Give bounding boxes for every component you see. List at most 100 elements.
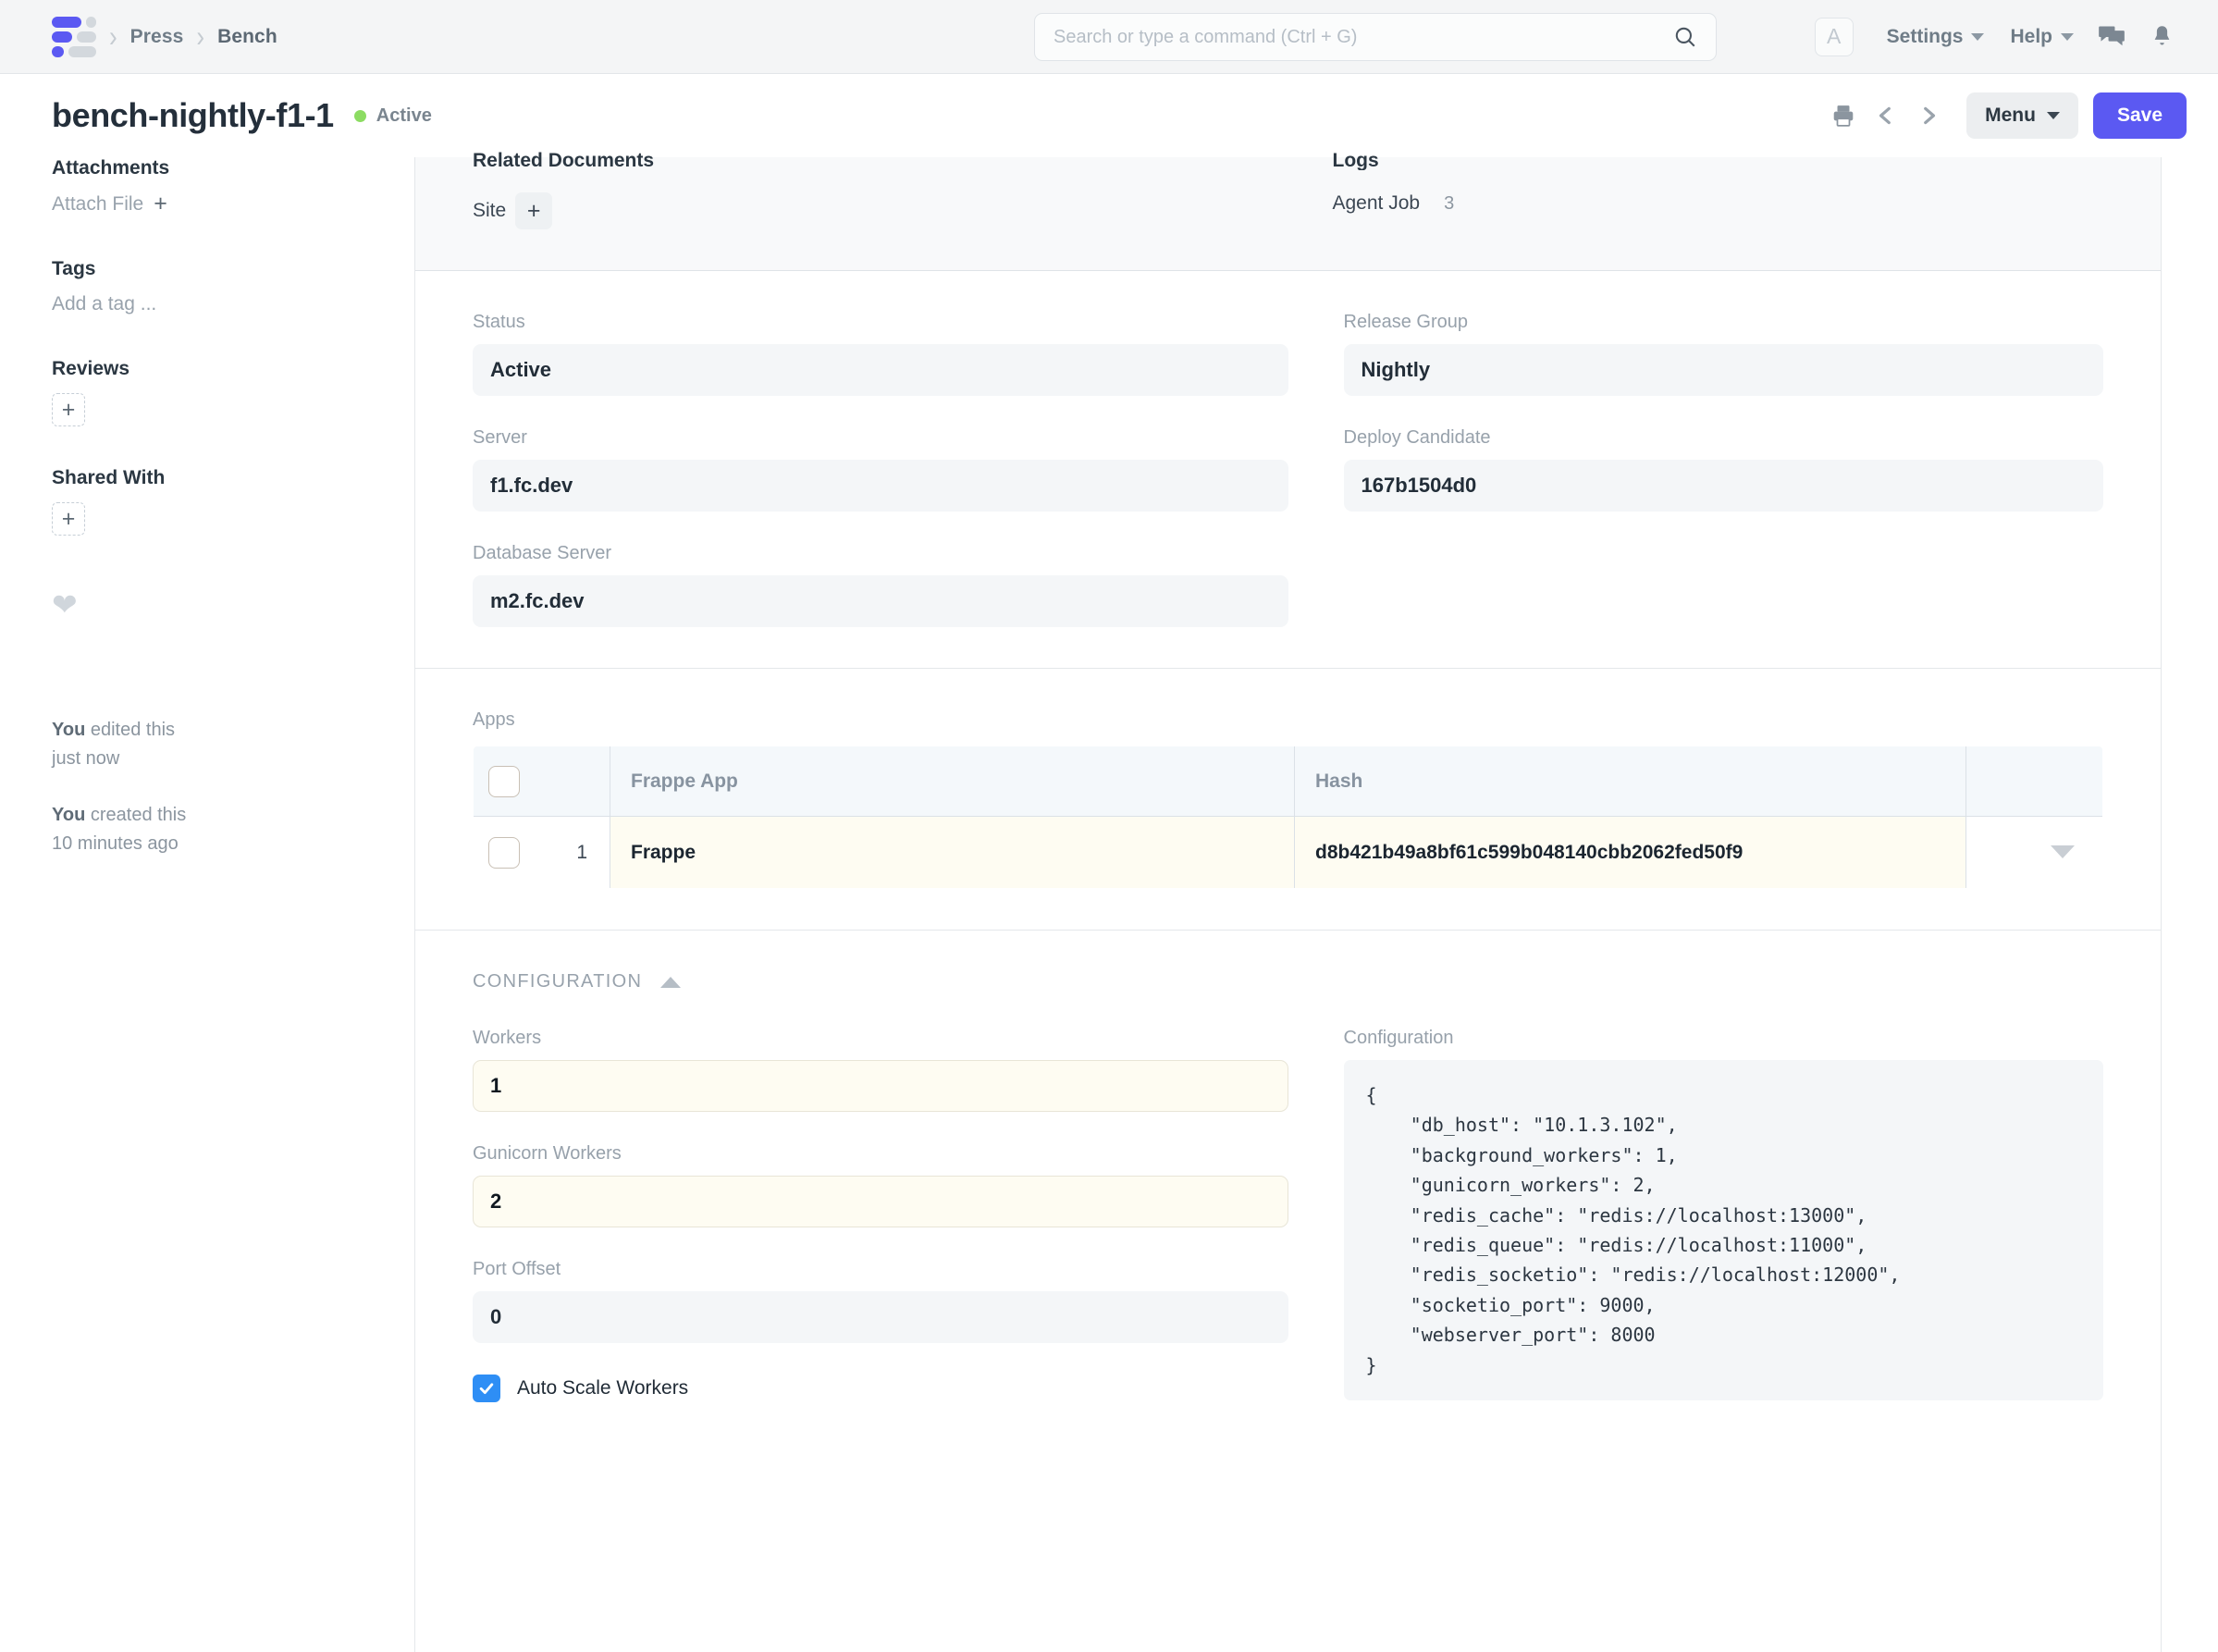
activity-actor: You: [52, 805, 85, 825]
attachments-heading: Attachments: [52, 157, 383, 179]
column-header-hash[interactable]: Hash: [1295, 746, 1966, 817]
field-workers: Workers 1: [473, 1028, 1288, 1112]
global-search[interactable]: [1034, 13, 1717, 61]
breadcrumb-item-bench[interactable]: Bench: [217, 26, 277, 48]
activity-time: just now: [52, 748, 119, 769]
gunicorn-workers-input[interactable]: 2: [473, 1176, 1288, 1227]
search-input[interactable]: [1054, 27, 1673, 48]
breadcrumb-item-press[interactable]: Press: [130, 26, 184, 48]
status-label: Active: [376, 105, 432, 127]
chevron-left-icon[interactable]: [1865, 95, 1907, 136]
details-section: Status Active Server f1.fc.dev Database …: [415, 271, 2161, 669]
plus-icon: +: [62, 508, 76, 531]
configuration-left-column: Workers 1 Gunicorn Workers 2 Port Offset…: [473, 1028, 1288, 1402]
activity-edited: You edited this just now: [52, 716, 383, 773]
settings-menu[interactable]: Settings: [1874, 20, 1998, 54]
configuration-section: CONFIGURATION Workers 1 Gunicorn Workers…: [415, 931, 2161, 1443]
logs-column: Logs Agent Job 3: [1288, 157, 2104, 229]
select-all-checkbox[interactable]: [488, 766, 520, 797]
apps-table: Frappe App Hash 1 Frappe: [473, 746, 2103, 889]
activity-time: 10 minutes ago: [52, 833, 179, 854]
chevron-right-icon[interactable]: [1907, 95, 1950, 136]
field-label: Status: [473, 312, 1288, 333]
sidebar-section-tags: Tags Add a tag ...: [52, 258, 383, 315]
settings-label: Settings: [1887, 26, 1964, 48]
row-checkbox[interactable]: [488, 837, 520, 869]
row-menu-button[interactable]: [1966, 817, 2103, 889]
logs-link-agent-job[interactable]: Agent Job: [1333, 192, 1421, 215]
sidebar-section-shared-with: Shared With +: [52, 467, 383, 536]
field-value[interactable]: 167b1504d0: [1344, 460, 2104, 512]
logs-heading: Logs: [1333, 150, 2104, 170]
field-server: Server f1.fc.dev: [473, 427, 1288, 512]
like-button[interactable]: ❤: [52, 589, 383, 620]
workers-input[interactable]: 1: [473, 1060, 1288, 1112]
activity-action: created this: [91, 805, 186, 825]
add-review-button[interactable]: +: [52, 393, 85, 426]
help-menu[interactable]: Help: [1997, 20, 2087, 54]
page-header-actions: Menu Save: [1822, 92, 2187, 139]
field-configuration-json: Configuration { "db_host": "10.1.3.102",…: [1344, 1028, 2104, 1400]
bell-icon[interactable]: [2137, 17, 2187, 57]
sidebar-section-attachments: Attachments Attach File +: [52, 157, 383, 216]
table-row[interactable]: 1 Frappe d8b421b49a8bf61c599b048140cbb20…: [474, 817, 2103, 889]
configuration-section-header[interactable]: CONFIGURATION: [473, 971, 2103, 992]
field-label: Database Server: [473, 543, 1288, 564]
attach-file-button[interactable]: Attach File +: [52, 192, 383, 216]
plus-icon: +: [154, 192, 167, 216]
navbar-right-actions: A Settings Help: [1815, 17, 2187, 57]
field-value[interactable]: m2.fc.dev: [473, 575, 1288, 627]
frappe-logo-icon[interactable]: [52, 17, 96, 57]
related-link-site[interactable]: Site: [473, 200, 506, 222]
sidebar-section-reviews: Reviews +: [52, 358, 383, 426]
add-shared-user-button[interactable]: +: [52, 502, 85, 536]
field-database-server: Database Server m2.fc.dev: [473, 543, 1288, 627]
port-offset-input[interactable]: 0: [473, 1291, 1288, 1343]
select-all-cell: [474, 746, 610, 817]
add-site-button[interactable]: +: [515, 192, 552, 229]
field-deploy-candidate: Deploy Candidate 167b1504d0: [1344, 427, 2104, 512]
field-value[interactable]: Active: [473, 344, 1288, 396]
auto-scale-workers-checkbox[interactable]: [473, 1375, 500, 1402]
activity-created: You created this 10 minutes ago: [52, 801, 383, 858]
column-header-frappe-app[interactable]: Frappe App: [610, 746, 1295, 817]
field-value[interactable]: f1.fc.dev: [473, 460, 1288, 512]
field-label: Gunicorn Workers: [473, 1143, 1288, 1165]
page-header: bench-nightly-f1-1 Active Menu: [0, 74, 2218, 157]
auto-scale-workers-row[interactable]: Auto Scale Workers: [473, 1375, 1288, 1402]
field-port-offset: Port Offset 0: [473, 1259, 1288, 1343]
related-documents-heading: Related Documents: [473, 150, 1288, 170]
field-gunicorn-workers: Gunicorn Workers 2: [473, 1143, 1288, 1227]
menu-button[interactable]: Menu: [1966, 92, 2078, 139]
menu-label: Menu: [1985, 105, 2036, 127]
field-value[interactable]: Nightly: [1344, 344, 2104, 396]
field-label: Deploy Candidate: [1344, 427, 2104, 449]
configuration-right-column: Configuration { "db_host": "10.1.3.102",…: [1288, 1028, 2104, 1402]
avatar[interactable]: A: [1815, 18, 1854, 56]
cell-hash[interactable]: d8b421b49a8bf61c599b048140cbb2062fed50f9: [1295, 817, 1966, 889]
page-body: Attachments Attach File + Tags Add a tag…: [0, 157, 2218, 1652]
breadcrumb-separator-2: ›: [196, 18, 204, 55]
field-status: Status Active: [473, 312, 1288, 396]
chevron-down-icon: [2047, 112, 2060, 119]
activity-action: edited this: [91, 720, 175, 740]
cell-frappe-app[interactable]: Frappe: [610, 817, 1295, 889]
chevron-down-icon: [2061, 33, 2074, 41]
save-button[interactable]: Save: [2093, 92, 2187, 139]
apps-section: Apps Frappe App Hash: [415, 669, 2161, 931]
status-dot-icon: [354, 110, 366, 122]
chat-bubbles-icon[interactable]: [2087, 17, 2137, 57]
top-navbar: › Press › Bench A Settings Help: [0, 0, 2218, 74]
details-right-column: Release Group Nightly Deploy Candidate 1…: [1288, 312, 2104, 627]
help-label: Help: [2010, 26, 2052, 48]
plus-icon: +: [527, 200, 541, 223]
tags-heading: Tags: [52, 258, 383, 280]
field-label: Port Offset: [473, 1259, 1288, 1280]
table-header-row: Frappe App Hash: [474, 746, 2103, 817]
configuration-json-value: { "db_host": "10.1.3.102", "background_w…: [1344, 1060, 2104, 1400]
breadcrumb-separator-1: ›: [109, 18, 117, 55]
add-tag-input[interactable]: Add a tag ...: [52, 293, 383, 315]
printer-icon[interactable]: [1822, 95, 1865, 136]
reviews-heading: Reviews: [52, 358, 383, 380]
search-icon: [1673, 25, 1697, 49]
